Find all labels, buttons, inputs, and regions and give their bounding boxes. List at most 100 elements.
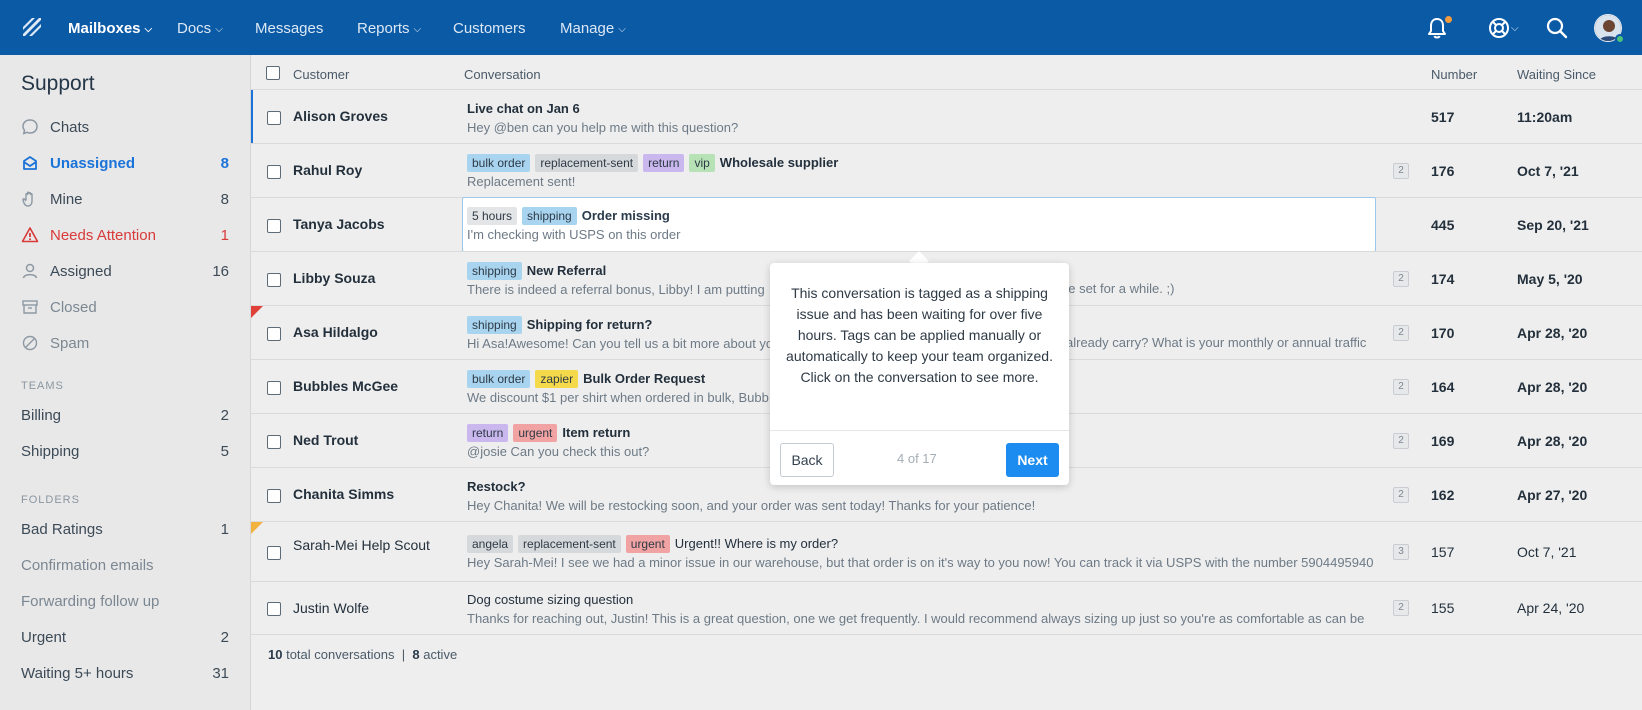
sidebar-item-needs-attention[interactable]: Needs Attention 1 <box>21 224 229 248</box>
nav-messages[interactable]: Messages <box>255 0 323 55</box>
conversation-cell[interactable]: Dog costume sizing question Thanks for r… <box>467 590 1377 626</box>
person-icon <box>22 263 38 279</box>
waiting-since: Oct 7, '21 <box>1517 163 1579 179</box>
conversation-number: 176 <box>1431 163 1455 179</box>
conversation-preview: Replacement sent! <box>467 174 576 189</box>
row-checkbox[interactable] <box>267 546 281 560</box>
waiting-since: Apr 28, '20 <box>1517 325 1588 341</box>
active-label: active <box>423 647 458 662</box>
spam-icon <box>22 335 38 351</box>
tour-next-button[interactable]: Next <box>1006 443 1059 477</box>
conversation-number: 155 <box>1431 600 1455 616</box>
conversation-subject: Item return <box>562 425 631 440</box>
sidebar-folder-bad-ratings[interactable]: Bad Ratings 1 <box>21 518 229 542</box>
help-chevron-down-icon[interactable]: ⌵ <box>1511 0 1519 55</box>
highlighted-conversation[interactable]: 5 hours shipping Order missing I'm checkin… <box>462 197 1376 252</box>
sidebar-item-closed[interactable]: Closed <box>21 296 229 320</box>
tour-popover: This conversation is tagged as a shippin… <box>770 263 1069 485</box>
tour-back-button[interactable]: Back <box>780 443 834 477</box>
select-all-checkbox[interactable] <box>266 66 280 80</box>
chevron-down-icon: ⌵ <box>215 24 223 35</box>
sidebar-folder-waiting-5-hours[interactable]: Waiting 5+ hours 31 <box>21 662 229 686</box>
tag[interactable]: replacement-sent <box>518 535 621 553</box>
column-header-customer[interactable]: Customer <box>293 67 349 82</box>
row-checkbox[interactable] <box>267 273 281 287</box>
conversation-cell[interactable]: angela replacement-sent urgent Urgent!! Whe… <box>467 534 1377 570</box>
customer-name: Alison Groves <box>293 108 388 124</box>
column-header-conversation[interactable]: Conversation <box>464 67 541 82</box>
nav-docs[interactable]: Docs ⌵ <box>177 0 223 55</box>
tag[interactable]: return <box>643 154 685 172</box>
tag[interactable]: shipping <box>467 262 522 280</box>
tag[interactable]: replacement-sent <box>535 154 639 172</box>
row-checkbox[interactable] <box>267 381 281 395</box>
sidebar-folder-urgent[interactable]: Urgent 2 <box>21 626 229 650</box>
sidebar-team-shipping[interactable]: Shipping 5 <box>21 440 229 464</box>
nav-manage[interactable]: Manage ⌵ <box>560 0 626 55</box>
tag[interactable]: angela <box>467 535 514 553</box>
nav-mailboxes[interactable]: Mailboxes ⌵ <box>68 0 152 55</box>
nav-docs-label: Docs <box>177 20 212 37</box>
waiting-since: Oct 7, '21 <box>1517 544 1577 560</box>
tag[interactable]: urgent <box>625 535 670 553</box>
row-checkbox[interactable] <box>267 219 281 233</box>
sidebar-item-mine[interactable]: Mine 8 <box>21 188 229 212</box>
table-row[interactable]: Rahul Roy bulk order replacement-sent retu… <box>251 143 1642 197</box>
sidebar-item-count: 1 <box>220 227 229 244</box>
row-checkbox[interactable] <box>267 165 281 179</box>
sidebar-item-label: Bad Ratings <box>21 521 103 538</box>
thread-count-badge: 2 <box>1393 487 1409 503</box>
column-header-waiting-since[interactable]: Waiting Since <box>1517 67 1596 82</box>
tag[interactable]: shipping <box>467 316 522 334</box>
row-checkbox[interactable] <box>267 111 281 125</box>
thread-count-badge: 2 <box>1393 271 1409 287</box>
customer-name: Libby Souza <box>293 270 376 286</box>
conversation-cell[interactable]: bulk order replacement-sent return vip Whole… <box>467 153 1377 189</box>
nav-customers[interactable]: Customers <box>453 0 526 55</box>
nav-reports[interactable]: Reports ⌵ <box>357 0 421 55</box>
row-checkbox[interactable] <box>267 435 281 449</box>
sidebar-item-spam[interactable]: Spam <box>21 332 229 356</box>
help-scout-logo-icon[interactable] <box>20 15 44 39</box>
tag[interactable]: shipping <box>522 207 577 225</box>
tag[interactable]: vip <box>689 154 715 172</box>
column-header-number[interactable]: Number <box>1431 67 1477 82</box>
sidebar-item-chats[interactable]: Chats <box>21 116 229 140</box>
table-row[interactable]: Sarah-Mei Help Scout angela replacement-s… <box>251 521 1642 581</box>
table-row[interactable]: Alison Groves Live chat on Jan 6 Hey @be… <box>251 89 1642 144</box>
conversation-preview: Hey @ben can you help me with this quest… <box>467 120 739 135</box>
waiting-since: 11:20am <box>1517 109 1573 125</box>
sidebar-folder-confirmation-emails[interactable]: Confirmation emails <box>21 554 229 578</box>
help-lifebuoy-icon[interactable] <box>1486 15 1512 41</box>
chevron-down-icon: ⌵ <box>144 24 153 35</box>
customer-name: Chanita Simms <box>293 486 395 502</box>
conversation-subject: Shipping for return? <box>526 317 653 332</box>
table-row[interactable]: Justin Wolfe Dog costume sizing question… <box>251 581 1642 635</box>
conversation-subject: Order missing <box>581 208 670 223</box>
sidebar-folder-forwarding-follow-up[interactable]: Forwarding follow up <box>21 590 229 614</box>
search-icon[interactable] <box>1544 15 1570 41</box>
tag[interactable]: urgent <box>513 424 558 442</box>
tag[interactable]: 5 hours <box>467 207 518 225</box>
tour-progress: 4 of 17 <box>897 451 937 466</box>
sidebar-item-count: 2 <box>220 407 229 424</box>
waiting-flag <box>251 522 263 534</box>
sidebar-item-assigned[interactable]: Assigned 16 <box>21 260 229 284</box>
customer-name: Justin Wolfe <box>293 600 369 616</box>
conversation-cell[interactable]: Live chat on Jan 6 Hey @ben can you help… <box>467 99 1377 135</box>
row-checkbox[interactable] <box>267 602 281 616</box>
sidebar-team-billing[interactable]: Billing 2 <box>21 404 229 428</box>
online-status-dot <box>1615 34 1625 44</box>
row-checkbox[interactable] <box>267 327 281 341</box>
tag[interactable]: zapier <box>535 370 579 388</box>
conversation-subject: Restock? <box>467 479 526 494</box>
waiting-since: Sep 20, '21 <box>1517 217 1589 233</box>
sidebar-item-label: Needs Attention <box>50 227 156 244</box>
tag[interactable]: bulk order <box>467 154 531 172</box>
tag[interactable]: return <box>467 424 509 442</box>
row-checkbox[interactable] <box>267 489 281 503</box>
waiting-since: Apr 24, '20 <box>1517 600 1585 616</box>
tag[interactable]: bulk order <box>467 370 531 388</box>
sidebar-item-label: Chats <box>50 119 90 136</box>
sidebar-item-unassigned[interactable]: Unassigned 8 <box>21 152 229 176</box>
